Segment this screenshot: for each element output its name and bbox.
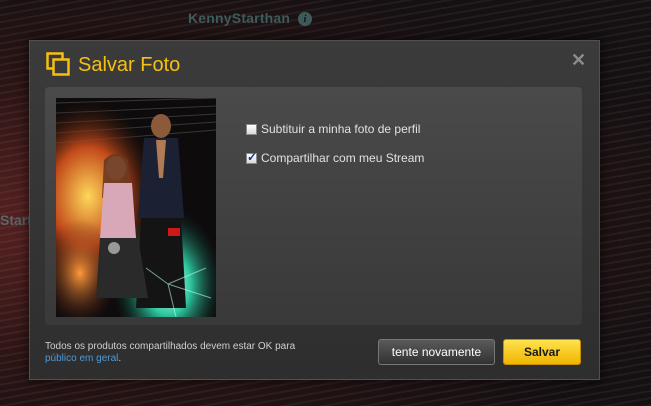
- check-icon: ✓: [247, 149, 258, 164]
- close-icon[interactable]: ✕: [571, 51, 586, 69]
- save-button[interactable]: Salvar: [503, 339, 581, 365]
- share-stream-checkbox[interactable]: ✓: [246, 149, 258, 164]
- sharing-notice: Todos os produtos compartilhados devem e…: [45, 341, 345, 365]
- general-public-link[interactable]: público em geral: [45, 353, 118, 364]
- background-side-name: Start: [0, 212, 32, 228]
- content-panel: Subtituir a minha foto de perfil ✓ Compa…: [45, 87, 582, 325]
- option-label: Compartilhar com meu Stream: [261, 151, 425, 165]
- retry-button[interactable]: tente novamente: [378, 339, 495, 365]
- save-photo-dialog: Salvar Foto ✕ Subtituir a minha foto de …: [29, 40, 600, 380]
- option-share-stream[interactable]: ✓ Compartilhar com meu Stream: [246, 149, 425, 165]
- option-replace-profile-photo[interactable]: Subtituir a minha foto de perfil: [246, 122, 420, 136]
- info-icon[interactable]: i: [298, 12, 312, 26]
- background-username: KennyStarthan: [188, 10, 291, 26]
- photo-preview: [56, 98, 216, 317]
- copy-photo-icon: [46, 52, 70, 76]
- notice-end: .: [118, 353, 122, 364]
- replace-profile-photo-checkbox[interactable]: [246, 123, 257, 135]
- dialog-title: Salvar Foto: [78, 54, 181, 76]
- notice-text: Todos os produtos compartilhados devem e…: [45, 341, 296, 352]
- option-label: Subtituir a minha foto de perfil: [261, 122, 421, 136]
